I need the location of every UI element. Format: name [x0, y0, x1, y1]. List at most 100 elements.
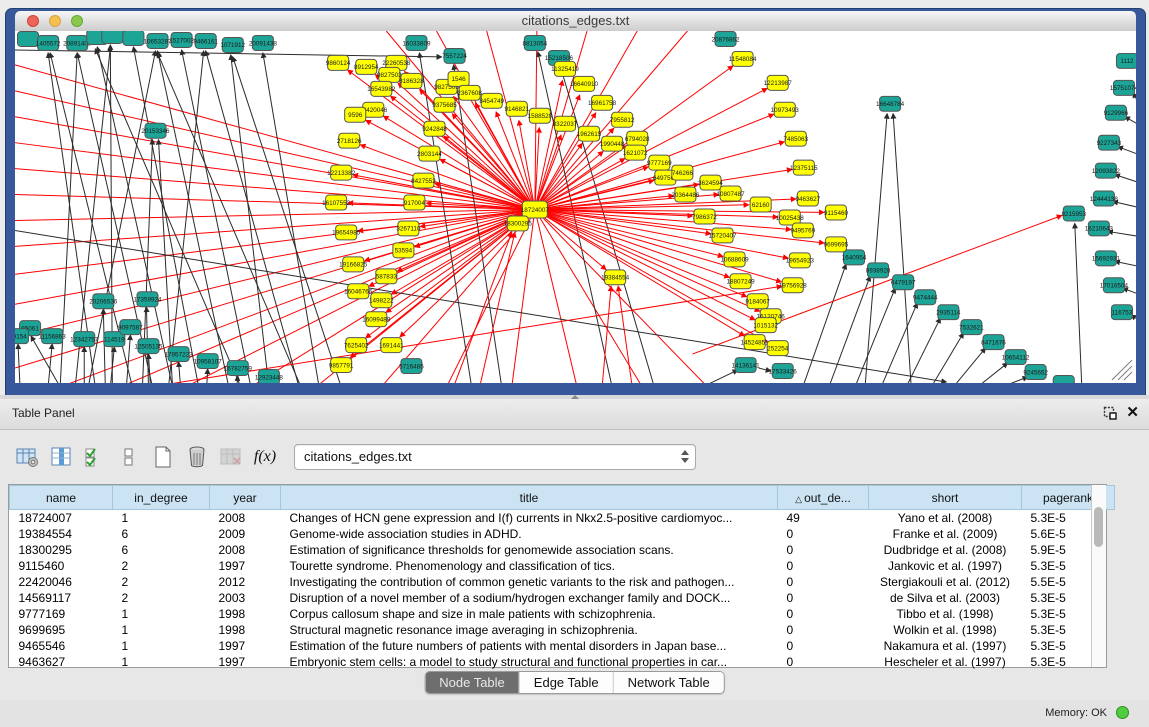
- graph-node-12213382[interactable]: 12213382: [327, 165, 356, 180]
- column-header-year[interactable]: year: [210, 486, 281, 510]
- table-row[interactable]: 1456911722003Disruption of a novel membe…: [10, 590, 1115, 606]
- create-column-icon[interactable]: [150, 444, 176, 470]
- graph-node-7625402[interactable]: 7625402: [344, 338, 369, 353]
- graph-node-2935114[interactable]: 2935114: [936, 305, 961, 320]
- graph-node-unlabeled[interactable]: [123, 31, 144, 45]
- graph-node-1640954[interactable]: 1640954: [842, 250, 867, 265]
- graph-node-19384554[interactable]: 19384554: [601, 270, 630, 285]
- graph-node-20364486[interactable]: 20364486: [671, 187, 700, 202]
- graph-node-917004[interactable]: 917004: [404, 195, 426, 210]
- graph-node-10958107[interactable]: 10958107: [194, 354, 223, 369]
- graph-node-11325419[interactable]: 11325419: [551, 61, 579, 76]
- table-row[interactable]: 977716911998Corpus callosum shape and si…: [10, 606, 1115, 622]
- tab-network-table[interactable]: Network Table: [613, 672, 724, 693]
- graph-node-18724007[interactable]: 18724007: [521, 201, 550, 218]
- graph-node-9857791[interactable]: 9857791: [329, 358, 354, 373]
- graph-node-12923448[interactable]: 12923448: [255, 370, 284, 383]
- graph-node-20876862[interactable]: 20876862: [711, 31, 740, 46]
- graph-node-1527002[interactable]: 1527002: [169, 32, 194, 47]
- graph-node-7557224[interactable]: 7557224: [442, 48, 467, 63]
- graph-node-2803144[interactable]: 2803144: [417, 146, 442, 161]
- window-titlebar[interactable]: citations_edges.txt: [15, 11, 1136, 32]
- graph-node-1071912[interactable]: 1071912: [220, 37, 245, 52]
- graph-node-5716485[interactable]: 5716485: [399, 359, 424, 374]
- graph-node-16782759[interactable]: 16782759: [224, 361, 253, 376]
- graph-node-9699695[interactable]: 9699695: [824, 237, 849, 252]
- graph-node-16099489[interactable]: 16099489: [362, 312, 391, 327]
- graph-node-1962615[interactable]: 1962615: [577, 126, 602, 141]
- graph-node-9596[interactable]: 9596: [345, 107, 366, 122]
- table-scrollbar[interactable]: [1091, 485, 1106, 667]
- deselect-all-icon[interactable]: [116, 444, 142, 470]
- graph-node-9097587[interactable]: 9097587: [118, 320, 143, 335]
- network-canvas[interactable]: 1405572208914061065328715270029466161107…: [15, 31, 1136, 383]
- graph-node-14524851[interactable]: 14524851: [741, 335, 770, 350]
- graph-node-16210643[interactable]: 16210643: [1085, 221, 1114, 236]
- graph-node-15720407[interactable]: 15720407: [708, 228, 737, 243]
- graph-node-62160[interactable]: 62160: [750, 197, 771, 212]
- table-mode-icon[interactable]: [14, 444, 40, 470]
- graph-node-3624594[interactable]: 3624594: [698, 175, 723, 190]
- graph-node-12444138[interactable]: 12444138: [1090, 191, 1119, 206]
- graph-node-8215953[interactable]: 8215953: [1061, 206, 1086, 221]
- show-columns-icon[interactable]: [48, 444, 74, 470]
- function-builder-icon[interactable]: f(x): [252, 444, 278, 470]
- graph-node-17359924[interactable]: 17359924: [133, 292, 162, 307]
- graph-node-6479197[interactable]: 6479197: [891, 275, 916, 290]
- graph-node-9860124[interactable]: 9860124: [326, 55, 351, 70]
- graph-node-1015132[interactable]: 1015132: [753, 318, 778, 333]
- graph-node-16543982[interactable]: 16543982: [367, 81, 396, 96]
- graph-node-116753[interactable]: 116753: [1111, 305, 1132, 320]
- graph-node-1691441[interactable]: 1691441: [379, 338, 404, 353]
- graph-node-1498222[interactable]: 1498222: [369, 293, 394, 308]
- network-selector[interactable]: citations_edges.txt: [294, 444, 696, 470]
- graph-node-19756928[interactable]: 19756928: [779, 278, 808, 293]
- graph-node-unlabeled[interactable]: [102, 31, 123, 43]
- graph-node-10973493[interactable]: 10973493: [771, 102, 800, 117]
- graph-node-18300295[interactable]: 18300295: [504, 216, 533, 231]
- graph-node-7485063[interactable]: 7485063: [783, 131, 808, 146]
- graph-node-10807487[interactable]: 10807487: [716, 186, 745, 201]
- graph-node-9115460[interactable]: 9115460: [824, 205, 849, 220]
- graph-node-12213987[interactable]: 12213987: [764, 75, 793, 90]
- resize-grip[interactable]: [1112, 360, 1132, 380]
- tab-edge-table[interactable]: Edge Table: [519, 672, 613, 693]
- graph-node-20153346[interactable]: 20153346: [141, 123, 170, 138]
- graph-node-3267110[interactable]: 3267110: [396, 221, 421, 236]
- graph-node-53594[interactable]: 53594: [393, 243, 414, 258]
- graph-node-39154[interactable]: 39154: [15, 329, 29, 344]
- graph-node-2718126[interactable]: 2718126: [337, 133, 362, 148]
- column-header-out-de-[interactable]: △out_de...: [778, 486, 869, 510]
- graph-node-14136141[interactable]: 14136141: [732, 358, 761, 373]
- graph-node-8471676[interactable]: 8471676: [981, 335, 1006, 350]
- graph-node-16648784[interactable]: 16648784: [876, 96, 905, 111]
- graph-node-8813054[interactable]: 8813054: [523, 35, 548, 50]
- graph-node-9466161[interactable]: 9466161: [193, 33, 218, 48]
- graph-node-7955812[interactable]: 7955812: [610, 112, 635, 127]
- graph-node-16961758[interactable]: 16961758: [588, 95, 617, 110]
- graph-node-1112[interactable]: 1112: [1116, 53, 1136, 68]
- graph-node-9227343[interactable]: 9227343: [1097, 135, 1122, 150]
- column-header-title[interactable]: title: [281, 486, 778, 510]
- column-header-short[interactable]: short: [869, 486, 1022, 510]
- graph-node-8186328[interactable]: 8186328: [399, 73, 424, 88]
- column-header-name[interactable]: name: [10, 486, 113, 510]
- graph-node-18807249[interactable]: 18807249: [727, 274, 756, 289]
- graph-node-9495769[interactable]: 9495769: [791, 223, 816, 238]
- delete-table-icon[interactable]: [218, 444, 244, 470]
- graph-node-10653287[interactable]: 10653287: [143, 33, 172, 48]
- graph-node-17016504[interactable]: 17016504: [1100, 278, 1129, 293]
- graph-node-10688609[interactable]: 10688609: [721, 252, 750, 267]
- graph-node-20091438[interactable]: 20091438: [249, 35, 278, 50]
- graph-node-8427552[interactable]: 8427552: [411, 173, 436, 188]
- graph-node-9375685[interactable]: 9375685: [432, 97, 457, 112]
- graph-node-587833[interactable]: 587833: [376, 269, 398, 284]
- graph-node-7986372[interactable]: 7986372: [692, 209, 717, 224]
- table-row[interactable]: 969969511998Structural magnetic resonanc…: [10, 622, 1115, 638]
- graph-node-12093822[interactable]: 12093822: [1092, 163, 1121, 178]
- graph-node-17533426[interactable]: 17533426: [769, 364, 798, 379]
- graph-node-19166825[interactable]: 19166825: [339, 257, 368, 272]
- graph-node-9245652[interactable]: 9245652: [1023, 365, 1048, 380]
- close-panel-icon[interactable]: ✕: [1126, 404, 1139, 422]
- graph-node-9463627[interactable]: 9463627: [796, 191, 821, 206]
